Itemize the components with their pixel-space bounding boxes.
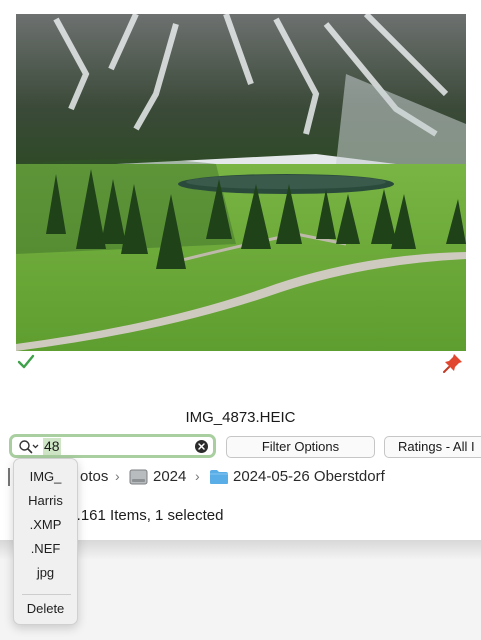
recent-searches-menu: IMG_ Harris .XMP .NEF jpg Delete [13, 458, 78, 625]
clear-icon[interactable] [195, 440, 208, 453]
menu-item-recent[interactable]: .NEF [14, 541, 77, 556]
file-name-label: IMG_4873.HEIC [185, 409, 296, 426]
menu-separator [22, 594, 71, 595]
path-separator: › [115, 468, 120, 484]
check-icon[interactable] [16, 352, 36, 372]
search-field[interactable]: 48 [9, 434, 216, 458]
alpine-lake-photo [16, 14, 466, 351]
folder-icon [210, 470, 228, 484]
menu-item-recent[interactable]: Harris [14, 493, 77, 508]
path-item-folder[interactable]: 2024-05-26 Oberstdorf [233, 468, 385, 485]
photo-preview[interactable] [16, 14, 466, 351]
filter-options-button[interactable]: Filter Options [226, 436, 375, 458]
disk-icon [129, 469, 148, 485]
path-item-year[interactable]: 2024 [153, 468, 186, 485]
path-separator: › [195, 468, 200, 484]
menu-item-recent[interactable]: jpg [14, 565, 77, 580]
status-text: f 1.161 Items, 1 selected [60, 507, 224, 524]
menu-item-recent[interactable]: IMG_ [14, 469, 77, 484]
path-item-photos[interactable]: otos [80, 468, 108, 485]
search-icon[interactable] [18, 439, 40, 455]
search-input-value[interactable]: 48 [43, 438, 61, 455]
ratings-filter-button[interactable]: Ratings - All I [384, 436, 481, 458]
menu-item-delete[interactable]: Delete [14, 601, 77, 616]
menu-item-recent[interactable]: .XMP [14, 517, 77, 532]
pin-icon[interactable] [442, 352, 464, 374]
filter-toolbar: 48 Filter Options Ratings - All I [0, 432, 481, 460]
